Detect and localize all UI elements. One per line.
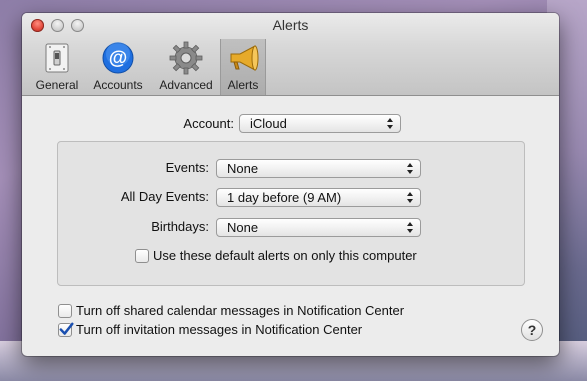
birthdays-popup[interactable]: None <box>216 218 421 237</box>
toolbar-label-general: General <box>35 78 79 92</box>
events-value: None <box>227 161 259 176</box>
toolbar-item-alerts[interactable]: Alerts <box>220 39 266 95</box>
title-bar: Alerts General @ Accounts Advanced Alert… <box>22 13 559 96</box>
svg-text:@: @ <box>109 48 128 69</box>
account-popup[interactable]: iCloud <box>239 114 401 133</box>
events-popup[interactable]: None <box>216 159 421 178</box>
use-default-alerts-checkbox[interactable] <box>135 249 149 263</box>
toolbar-item-advanced[interactable]: Advanced <box>156 39 216 95</box>
popup-arrows-icon <box>387 118 393 129</box>
toolbar-label-accounts: Accounts <box>93 78 143 92</box>
help-button[interactable]: ? <box>521 319 543 341</box>
gear-icon <box>169 41 203 75</box>
toolbar-item-general[interactable]: General <box>32 39 82 95</box>
popup-arrows-icon <box>407 192 413 203</box>
toolbar-item-accounts[interactable]: @ Accounts <box>90 39 146 95</box>
alerts-pane: Account: iCloud Events: None All Day Eve… <box>22 96 559 356</box>
shared-calendar-label: Turn off shared calendar messages in Not… <box>76 303 405 318</box>
birthdays-value: None <box>227 220 259 235</box>
checkmark-icon <box>59 322 74 335</box>
account-value: iCloud <box>250 116 287 131</box>
switch-icon <box>45 43 69 73</box>
account-label: Account: <box>183 116 234 131</box>
all-day-events-label: All Day Events: <box>120 189 209 204</box>
megaphone-icon <box>230 45 259 71</box>
all-day-events-popup[interactable]: 1 day before (9 AM) <box>216 188 421 207</box>
events-label: Events: <box>165 160 209 175</box>
window-title: Alerts <box>272 17 309 33</box>
birthdays-label: Birthdays: <box>151 219 209 234</box>
invitation-label: Turn off invitation messages in Notifica… <box>76 322 363 337</box>
popup-arrows-icon <box>407 222 413 233</box>
toolbar-label-alerts: Alerts <box>227 78 259 92</box>
invitation-checkbox[interactable] <box>58 322 74 337</box>
preferences-window: Alerts General @ Accounts Advanced Alert… <box>22 13 559 356</box>
toolbar-label-advanced: Advanced <box>159 78 213 92</box>
use-default-alerts-label: Use these default alerts on only this co… <box>153 248 417 263</box>
popup-arrows-icon <box>407 163 413 174</box>
at-sign-icon: @ <box>102 42 134 74</box>
shared-calendar-checkbox[interactable] <box>58 304 72 318</box>
all-day-events-value: 1 day before (9 AM) <box>227 190 342 205</box>
